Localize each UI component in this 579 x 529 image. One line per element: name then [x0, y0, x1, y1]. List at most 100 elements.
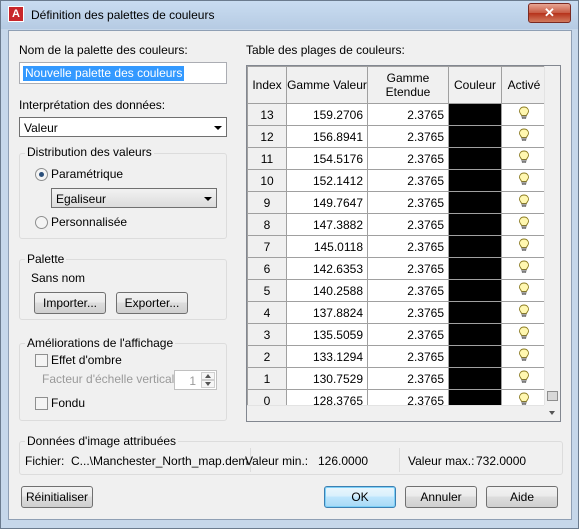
custom-radio[interactable]: [35, 216, 48, 229]
value-range-cell[interactable]: 137.8824: [286, 301, 368, 324]
value-range-cell[interactable]: 149.7647: [286, 191, 368, 214]
color-swatch-cell[interactable]: [448, 235, 502, 258]
lightbulb-icon[interactable]: [518, 392, 530, 406]
active-cell[interactable]: [501, 169, 547, 192]
table-row[interactable]: 11 154.5176 2.3765: [247, 147, 547, 170]
lightbulb-icon[interactable]: [518, 128, 530, 142]
lightbulb-icon[interactable]: [518, 304, 530, 318]
value-range-cell[interactable]: 147.3882: [286, 213, 368, 236]
parametric-label[interactable]: Paramétrique: [51, 167, 123, 181]
lightbulb-icon[interactable]: [518, 216, 530, 230]
palette-name-input[interactable]: Nouvelle palette des couleurs: [19, 62, 227, 84]
header-extent-range[interactable]: Gamme Etendue: [367, 66, 449, 104]
table-row[interactable]: 12 156.8941 2.3765: [247, 125, 547, 148]
extent-range-cell[interactable]: 2.3765: [367, 257, 449, 280]
table-row[interactable]: 2 133.1294 2.3765: [247, 345, 547, 368]
active-cell[interactable]: [501, 147, 547, 170]
table-row[interactable]: 1 130.7529 2.3765: [247, 367, 547, 390]
header-color[interactable]: Couleur: [448, 66, 502, 104]
shadow-label[interactable]: Effet d'ombre: [51, 353, 122, 367]
table-row[interactable]: 5 140.2588 2.3765: [247, 279, 547, 302]
shadow-checkbox[interactable]: [35, 354, 48, 367]
spin-down-button[interactable]: [201, 380, 215, 388]
value-range-cell[interactable]: 140.2588: [286, 279, 368, 302]
active-cell[interactable]: [501, 257, 547, 280]
row-index-cell[interactable]: 7: [247, 235, 287, 258]
blend-checkbox[interactable]: [35, 397, 48, 410]
lightbulb-icon[interactable]: [518, 260, 530, 274]
color-swatch-cell[interactable]: [448, 103, 502, 126]
row-index-cell[interactable]: 11: [247, 147, 287, 170]
extent-range-cell[interactable]: 2.3765: [367, 345, 449, 368]
color-swatch-cell[interactable]: [448, 279, 502, 302]
active-cell[interactable]: [501, 279, 547, 302]
extent-range-cell[interactable]: 2.3765: [367, 279, 449, 302]
table-row[interactable]: 8 147.3882 2.3765: [247, 213, 547, 236]
export-button[interactable]: Exporter...: [116, 292, 188, 314]
color-swatch-cell[interactable]: [448, 301, 502, 324]
active-cell[interactable]: [501, 235, 547, 258]
import-button[interactable]: Importer...: [34, 292, 106, 314]
active-cell[interactable]: [501, 213, 547, 236]
active-cell[interactable]: [501, 345, 547, 368]
extent-range-cell[interactable]: 2.3765: [367, 147, 449, 170]
header-active[interactable]: Activé: [501, 66, 547, 104]
extent-range-cell[interactable]: 2.3765: [367, 169, 449, 192]
header-index[interactable]: Index: [247, 66, 287, 104]
table-row[interactable]: 6 142.6353 2.3765: [247, 257, 547, 280]
reset-button[interactable]: Réinitialiser: [21, 486, 93, 508]
scale-factor-spinner[interactable]: 1: [174, 370, 217, 390]
row-index-cell[interactable]: 8: [247, 213, 287, 236]
value-range-cell[interactable]: 142.6353: [286, 257, 368, 280]
table-row[interactable]: 9 149.7647 2.3765: [247, 191, 547, 214]
table-row[interactable]: 10 152.1412 2.3765: [247, 169, 547, 192]
lightbulb-icon[interactable]: [518, 238, 530, 252]
close-button[interactable]: ✕: [528, 3, 571, 23]
color-range-table[interactable]: Index Gamme Valeur Gamme Etendue Couleur…: [246, 65, 561, 422]
lightbulb-icon[interactable]: [518, 326, 530, 340]
color-swatch-cell[interactable]: [448, 169, 502, 192]
table-row[interactable]: 3 135.5059 2.3765: [247, 323, 547, 346]
color-swatch-cell[interactable]: [448, 125, 502, 148]
value-range-cell[interactable]: 135.5059: [286, 323, 368, 346]
title-bar[interactable]: A Définition des palettes de couleurs ✕: [1, 1, 578, 29]
active-cell[interactable]: [501, 367, 547, 390]
help-button[interactable]: Aide: [486, 486, 558, 508]
value-range-cell[interactable]: 145.0118: [286, 235, 368, 258]
blend-label[interactable]: Fondu: [51, 396, 85, 410]
extent-range-cell[interactable]: 2.3765: [367, 323, 449, 346]
table-row[interactable]: 13 159.2706 2.3765: [247, 103, 547, 126]
extent-range-cell[interactable]: 2.3765: [367, 191, 449, 214]
value-range-cell[interactable]: 154.5176: [286, 147, 368, 170]
horizontal-scrollbar[interactable]: [247, 405, 544, 421]
distribution-method-select[interactable]: Egaliseur: [51, 188, 217, 208]
ok-button[interactable]: OK: [324, 486, 396, 508]
lightbulb-icon[interactable]: [518, 194, 530, 208]
row-index-cell[interactable]: 12: [247, 125, 287, 148]
value-range-cell[interactable]: 152.1412: [286, 169, 368, 192]
lightbulb-icon[interactable]: [518, 282, 530, 296]
active-cell[interactable]: [501, 191, 547, 214]
row-index-cell[interactable]: 13: [247, 103, 287, 126]
parametric-radio[interactable]: [35, 168, 48, 181]
lightbulb-icon[interactable]: [518, 172, 530, 186]
active-cell[interactable]: [501, 323, 547, 346]
extent-range-cell[interactable]: 2.3765: [367, 367, 449, 390]
lightbulb-icon[interactable]: [518, 348, 530, 362]
interpretation-select[interactable]: Valeur: [19, 117, 227, 137]
color-swatch-cell[interactable]: [448, 191, 502, 214]
active-cell[interactable]: [501, 301, 547, 324]
extent-range-cell[interactable]: 2.3765: [367, 103, 449, 126]
vertical-scrollbar[interactable]: [544, 66, 560, 405]
row-index-cell[interactable]: 2: [247, 345, 287, 368]
row-index-cell[interactable]: 1: [247, 367, 287, 390]
color-swatch-cell[interactable]: [448, 323, 502, 346]
table-row[interactable]: 7 145.0118 2.3765: [247, 235, 547, 258]
active-cell[interactable]: [501, 103, 547, 126]
extent-range-cell[interactable]: 2.3765: [367, 235, 449, 258]
color-swatch-cell[interactable]: [448, 345, 502, 368]
row-index-cell[interactable]: 6: [247, 257, 287, 280]
color-swatch-cell[interactable]: [448, 213, 502, 236]
scrollbar-thumb[interactable]: [547, 391, 558, 401]
row-index-cell[interactable]: 4: [247, 301, 287, 324]
